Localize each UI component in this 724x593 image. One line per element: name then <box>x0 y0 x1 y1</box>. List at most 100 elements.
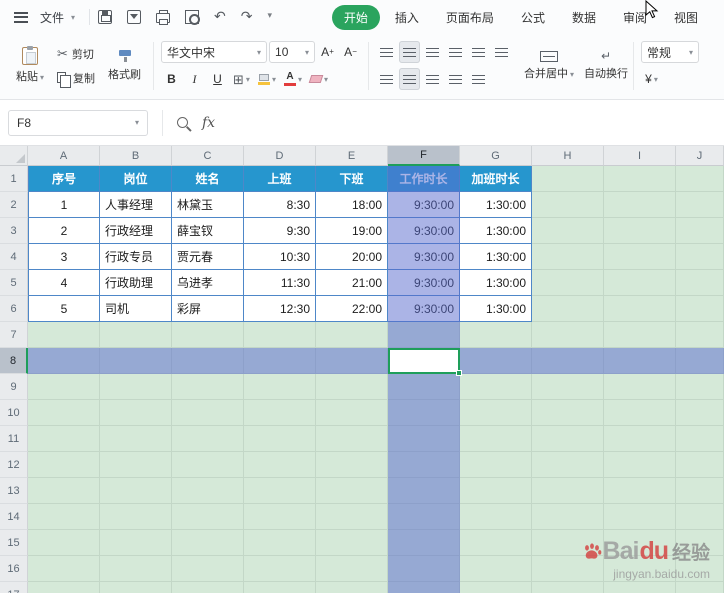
cell-C13[interactable] <box>172 478 244 504</box>
cell-G6[interactable]: 1:30:00 <box>460 296 532 322</box>
cell-F13[interactable] <box>388 478 460 504</box>
fx-insert-function-button[interactable]: fx <box>202 115 215 131</box>
underline-button[interactable]: U <box>207 68 228 90</box>
cell-H2[interactable] <box>532 192 604 218</box>
cell-H10[interactable] <box>532 400 604 426</box>
cell-F1[interactable]: 工作时长 <box>388 166 460 192</box>
align-top-button[interactable] <box>376 41 397 63</box>
cell-D7[interactable] <box>244 322 316 348</box>
distribute-button[interactable] <box>468 68 489 90</box>
cell-D1[interactable]: 上班 <box>244 166 316 192</box>
row-header-1[interactable]: 1 <box>0 166 28 192</box>
cell-G12[interactable] <box>460 452 532 478</box>
cell-F11[interactable] <box>388 426 460 452</box>
cell-E2[interactable]: 18:00 <box>316 192 388 218</box>
column-header-I[interactable]: I <box>604 146 676 166</box>
cell-G14[interactable] <box>460 504 532 530</box>
tab-插入[interactable]: 插入 <box>383 5 431 30</box>
cell-I9[interactable] <box>604 374 676 400</box>
cell-F14[interactable] <box>388 504 460 530</box>
borders-button[interactable]: ⊞ ▾ <box>230 68 253 90</box>
column-header-D[interactable]: D <box>244 146 316 166</box>
column-header-B[interactable]: B <box>100 146 172 166</box>
cell-E7[interactable] <box>316 322 388 348</box>
number-format-select[interactable]: 常规 ▾ <box>641 41 700 63</box>
cell-G2[interactable]: 1:30:00 <box>460 192 532 218</box>
cell-F2[interactable]: 9:30:00 <box>388 192 460 218</box>
cell-F15[interactable] <box>388 530 460 556</box>
row-header-3[interactable]: 3 <box>0 218 28 244</box>
cell-A6[interactable]: 5 <box>28 296 100 322</box>
cell-A2[interactable]: 1 <box>28 192 100 218</box>
cell-C6[interactable]: 彩屏 <box>172 296 244 322</box>
cell-D4[interactable]: 10:30 <box>244 244 316 270</box>
row-header-16[interactable]: 16 <box>0 556 28 582</box>
cell-J14[interactable] <box>676 504 724 530</box>
cell-E17[interactable] <box>316 582 388 593</box>
row-header-11[interactable]: 11 <box>0 426 28 452</box>
cell-J7[interactable] <box>676 322 724 348</box>
magnifier-icon[interactable] <box>177 117 188 128</box>
cell-H9[interactable] <box>532 374 604 400</box>
cell-F10[interactable] <box>388 400 460 426</box>
row-header-14[interactable]: 14 <box>0 504 28 530</box>
cell-D3[interactable]: 9:30 <box>244 218 316 244</box>
cell-D14[interactable] <box>244 504 316 530</box>
cell-E4[interactable]: 20:00 <box>316 244 388 270</box>
column-header-G[interactable]: G <box>460 146 532 166</box>
clear-format-button[interactable]: ▾ <box>307 68 331 90</box>
cell-G15[interactable] <box>460 530 532 556</box>
align-left-button[interactable] <box>376 68 397 90</box>
wrap-text-button[interactable]: ↵ 自动换行 <box>579 48 633 83</box>
column-header-A[interactable]: A <box>28 146 100 166</box>
cell-E5[interactable]: 21:00 <box>316 270 388 296</box>
cell-A16[interactable] <box>28 556 100 582</box>
column-header-H[interactable]: H <box>532 146 604 166</box>
cell-F12[interactable] <box>388 452 460 478</box>
row-header-4[interactable]: 4 <box>0 244 28 270</box>
cell-A8[interactable] <box>28 348 100 374</box>
redo-icon[interactable]: ↷ <box>241 10 253 24</box>
decrease-font-size-button[interactable]: A − <box>340 41 361 63</box>
row-header-7[interactable]: 7 <box>0 322 28 348</box>
cell-E12[interactable] <box>316 452 388 478</box>
cell-J8[interactable] <box>676 348 724 374</box>
row-header-10[interactable]: 10 <box>0 400 28 426</box>
cell-E1[interactable]: 下班 <box>316 166 388 192</box>
cell-B5[interactable]: 行政助理 <box>100 270 172 296</box>
cell-J5[interactable] <box>676 270 724 296</box>
cell-C14[interactable] <box>172 504 244 530</box>
cell-H1[interactable] <box>532 166 604 192</box>
align-right-button[interactable] <box>422 68 443 90</box>
column-header-F[interactable]: F <box>388 146 460 166</box>
cell-A3[interactable]: 2 <box>28 218 100 244</box>
row-header-17[interactable]: 17 <box>0 582 28 593</box>
cell-I3[interactable] <box>604 218 676 244</box>
cell-I11[interactable] <box>604 426 676 452</box>
cell-D6[interactable]: 12:30 <box>244 296 316 322</box>
cell-I7[interactable] <box>604 322 676 348</box>
cell-J12[interactable] <box>676 452 724 478</box>
font-size-select[interactable]: 10 ▾ <box>269 41 316 63</box>
cell-D13[interactable] <box>244 478 316 504</box>
tab-页面布局[interactable]: 页面布局 <box>434 5 506 30</box>
cell-I13[interactable] <box>604 478 676 504</box>
cell-G8[interactable] <box>460 348 532 374</box>
cell-J1[interactable] <box>676 166 724 192</box>
cell-H12[interactable] <box>532 452 604 478</box>
cell-A12[interactable] <box>28 452 100 478</box>
cell-B14[interactable] <box>100 504 172 530</box>
tab-视图[interactable]: 视图 <box>662 5 710 30</box>
cell-F17[interactable] <box>388 582 460 593</box>
cell-J11[interactable] <box>676 426 724 452</box>
cell-B4[interactable]: 行政专员 <box>100 244 172 270</box>
row-header-12[interactable]: 12 <box>0 452 28 478</box>
cell-H5[interactable] <box>532 270 604 296</box>
cell-H4[interactable] <box>532 244 604 270</box>
cell-J13[interactable] <box>676 478 724 504</box>
save-icon[interactable] <box>98 10 113 24</box>
cell-B15[interactable] <box>100 530 172 556</box>
cell-C1[interactable]: 姓名 <box>172 166 244 192</box>
cell-E16[interactable] <box>316 556 388 582</box>
cell-H3[interactable] <box>532 218 604 244</box>
